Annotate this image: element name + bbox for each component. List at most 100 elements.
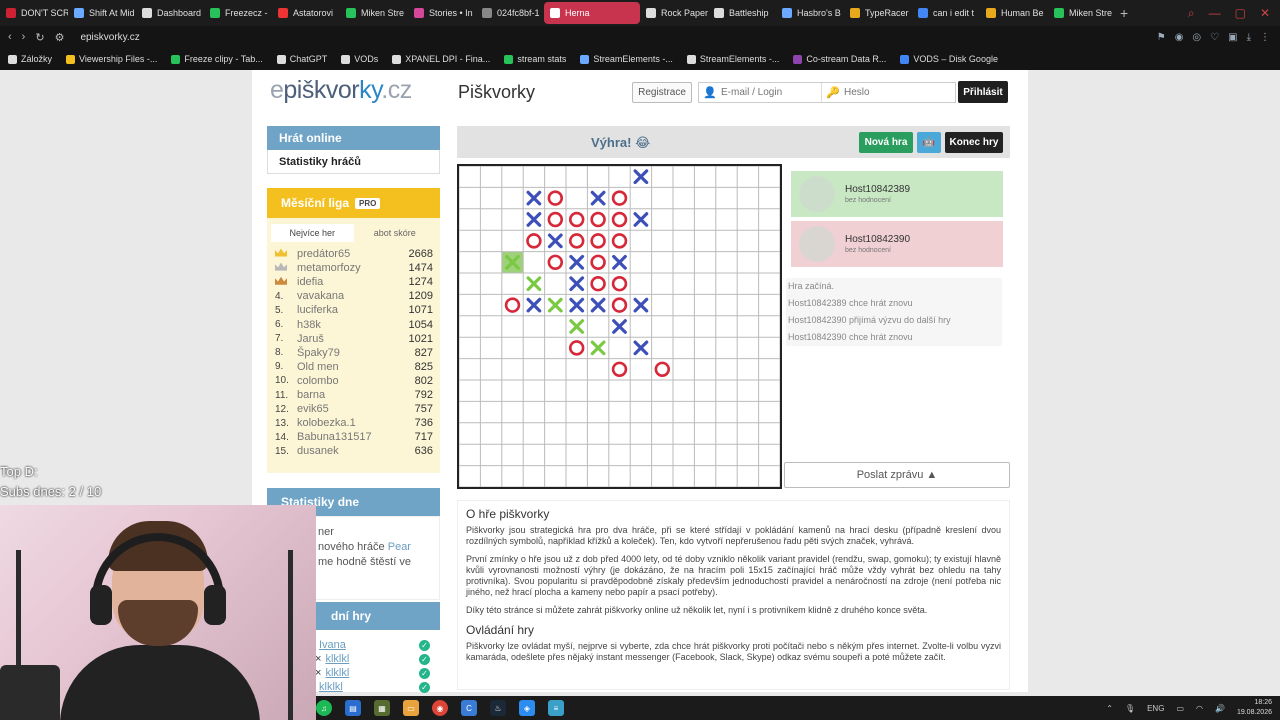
league-player-name[interactable]: kolobezka.1 (297, 417, 415, 429)
game-opponent[interactable]: klklkl (319, 681, 419, 693)
league-player-name[interactable]: Špaky79 (297, 347, 415, 359)
league-player-name[interactable]: vavakana (297, 290, 409, 302)
end-game-button[interactable]: Konec hry (945, 132, 1003, 153)
league-row[interactable]: idefia 1274 (275, 275, 433, 289)
browser-tab[interactable]: Hasbro's B (776, 2, 844, 24)
league-row[interactable]: 13. kolobezka.1 736 (275, 416, 433, 430)
league-player-name[interactable]: Old men (297, 361, 415, 373)
chevron-up-icon[interactable]: ⌃ (1106, 704, 1113, 713)
browser-tab[interactable]: Miken Stre (1048, 2, 1116, 24)
bookmark-item[interactable]: stream stats (504, 54, 566, 64)
tab-score[interactable]: abot skóre (354, 224, 437, 242)
league-row[interactable]: 9. Old men 825 (275, 360, 433, 374)
bookmark-item[interactable]: Záložky (8, 54, 52, 64)
wifi-icon[interactable]: ◠ (1196, 704, 1203, 713)
browser-tab[interactable]: can i edit t (912, 2, 980, 24)
robot-icon[interactable]: 🤖 (917, 132, 941, 153)
league-player-name[interactable]: dusanek (297, 445, 415, 457)
browser-tab[interactable]: Rock Paper (640, 2, 708, 24)
league-row[interactable]: 10. colombo 802 (275, 374, 433, 388)
bookmark-item[interactable]: StreamElements -... (686, 54, 779, 64)
reload-icon[interactable]: ↻ (35, 31, 44, 44)
extension-icon[interactable]: ◎ (1192, 32, 1201, 43)
back-icon[interactable]: ‹ (8, 31, 12, 43)
password-field[interactable] (844, 83, 944, 102)
bookmark-item[interactable]: VODs (341, 54, 378, 64)
bookmark-item[interactable]: ChatGPT (276, 54, 327, 64)
league-player-name[interactable]: Babuna131517 (297, 431, 415, 443)
login-button[interactable]: Přihlásit (958, 81, 1008, 103)
league-player-name[interactable]: h38k (297, 319, 409, 331)
browser-tab[interactable]: Battleship (708, 2, 776, 24)
notepad-icon[interactable]: ≡ (548, 700, 564, 716)
chat-log[interactable]: Hra začíná. Host10842389 chce hrát znovu H… (786, 278, 1002, 448)
site-settings-icon[interactable]: ⚙ (55, 31, 65, 44)
mic-icon[interactable]: 🎙 (1125, 704, 1135, 713)
extension-icon[interactable]: ▣ (1228, 32, 1237, 43)
maximize-icon[interactable]: ▢ (1235, 6, 1246, 21)
league-player-name[interactable]: predátor65 (297, 248, 409, 260)
league-player-name[interactable]: luciferka (297, 304, 409, 316)
forward-icon[interactable]: › (22, 31, 26, 43)
browser-tab[interactable]: Dashboard (136, 2, 204, 24)
browser-tab[interactable]: Astatorovi (272, 2, 340, 24)
extension-icon[interactable]: ◉ (1175, 32, 1184, 43)
browser-tab[interactable]: TypeRacer (844, 2, 912, 24)
browser-tab[interactable]: Herna (544, 2, 640, 24)
league-player-name[interactable]: evik65 (297, 403, 415, 415)
site-logo[interactable]: epiškvorky.cz (270, 76, 412, 105)
league-row[interactable]: 6. h38k 1054 (275, 318, 433, 332)
spotify-icon[interactable]: ♫ (316, 700, 332, 716)
game-opponent[interactable]: klklkl (325, 667, 419, 679)
bookmark-item[interactable]: XPANEL DPI - Fina... (392, 54, 490, 64)
league-row[interactable]: 14. Babuna131517 717 (275, 430, 433, 444)
register-button[interactable]: Registrace (632, 82, 692, 103)
app-icon[interactable]: ◈ (519, 700, 535, 716)
search-icon[interactable]: ⌕ (1188, 6, 1195, 21)
game-opponent[interactable]: klklkl (325, 653, 419, 665)
sidebar-item-player-stats[interactable]: Statistiky hráčů (267, 150, 440, 174)
url-field[interactable]: episkvorky.cz (80, 32, 139, 43)
heart-icon[interactable]: ♡ (1210, 32, 1219, 43)
browser-tab[interactable]: Freezecz - (204, 2, 272, 24)
menu-icon[interactable]: ⋮ (1260, 32, 1270, 43)
browser-tab[interactable]: Human Be (980, 2, 1048, 24)
board-grid[interactable] (459, 166, 780, 487)
browser-tab[interactable]: Shift At Mid (68, 2, 136, 24)
league-row[interactable]: 11. barna 792 (275, 388, 433, 402)
bookmark-item[interactable]: StreamElements -... (580, 54, 673, 64)
network-icon[interactable]: ▭ (1176, 704, 1184, 713)
language-indicator[interactable]: ENG (1147, 704, 1164, 713)
send-message-button[interactable]: Poslat zprávu ▲ (784, 462, 1010, 488)
bookmark-item[interactable]: Co-stream Data R... (793, 54, 886, 64)
new-tab-button[interactable]: + (1120, 5, 1128, 21)
league-row[interactable]: 5. luciferka 1071 (275, 303, 433, 317)
league-player-name[interactable]: barna (297, 389, 415, 401)
game-opponent[interactable]: Ivana (319, 639, 419, 651)
app-icon[interactable]: ▦ (374, 700, 390, 716)
browser-tab[interactable]: 024fc8bf-1 (476, 2, 544, 24)
app-icon[interactable]: C (461, 700, 477, 716)
league-player-name[interactable]: metamorfozy (297, 262, 409, 274)
browser-tab[interactable]: Miken Stre (340, 2, 408, 24)
league-row[interactable]: predátor65 2668 (275, 247, 433, 261)
minimize-icon[interactable]: — (1209, 6, 1221, 21)
sidebar-item-play-online[interactable]: Hrát online (267, 126, 440, 150)
bookmark-icon[interactable]: ⚑ (1157, 32, 1166, 43)
league-player-name[interactable]: idefia (297, 276, 409, 288)
new-game-button[interactable]: Nová hra (859, 132, 913, 153)
app-icon[interactable]: ▤ (345, 700, 361, 716)
league-row[interactable]: 8. Špaky79 827 (275, 346, 433, 360)
league-row[interactable]: 12. evik65 757 (275, 402, 433, 416)
clock[interactable]: 18:26 19.08.2026 (1237, 698, 1272, 718)
volume-icon[interactable]: 🔊 (1215, 704, 1225, 713)
browser-tab[interactable]: Stories • In (408, 2, 476, 24)
steam-icon[interactable]: ♨ (490, 700, 506, 716)
league-row[interactable]: 4. vavakana 1209 (275, 289, 433, 303)
download-icon[interactable]: ⤓ (1247, 32, 1251, 43)
email-field[interactable] (721, 83, 821, 102)
tab-most-games[interactable]: Nejvíce her (271, 224, 354, 242)
league-row[interactable]: 7. Jaruš 1021 (275, 332, 433, 346)
bookmark-item[interactable]: Viewership Files -... (66, 54, 157, 64)
league-row[interactable]: 15. dusanek 636 (275, 444, 433, 458)
